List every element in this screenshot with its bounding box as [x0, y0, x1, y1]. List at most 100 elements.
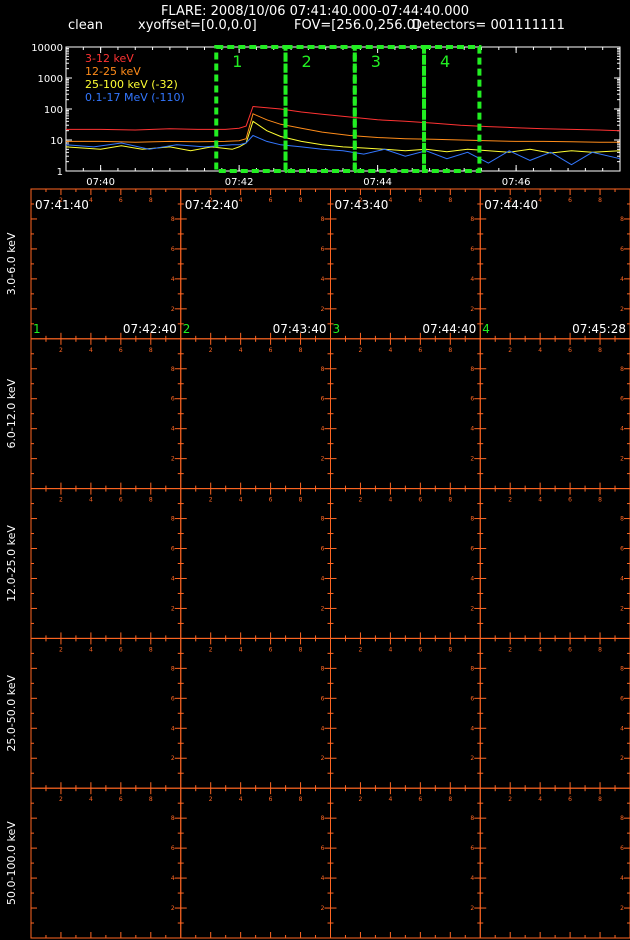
panel-tick-label: 2: [59, 347, 63, 354]
panel-tick-label: 6: [269, 197, 273, 204]
legend-entry: 25-100 keV (-32): [85, 78, 178, 91]
panel-tick-label: 6: [470, 845, 474, 852]
panel-tick-label: 2: [321, 605, 325, 612]
panel-tick-label: 6: [620, 396, 624, 403]
x-tick-label: 07:44: [363, 177, 392, 188]
panel-tick-label: 4: [620, 575, 624, 582]
panel-tick-label: 2: [209, 497, 213, 504]
interval-label: 1: [232, 52, 242, 71]
panel-tick-label: 2: [209, 796, 213, 803]
panel-tick-label: 8: [321, 216, 325, 223]
panel-tick-label: 2: [171, 306, 175, 313]
flare-imaging-figure: FLARE: 2008/10/06 07:41:40.000-07:44:40.…: [0, 0, 630, 940]
y-tick-label: 1: [57, 167, 63, 178]
panel-tick-label: 2: [171, 755, 175, 762]
panel-tick-label: 8: [299, 646, 303, 653]
panel-tick-label: 6: [321, 396, 325, 403]
panel-tick-label: 8: [620, 216, 624, 223]
legend-entry: 3-12 keV: [85, 52, 134, 65]
panel-tick-label: 4: [171, 725, 175, 732]
panel-tick-label: 6: [321, 695, 325, 702]
panel-tick-label: 4: [388, 796, 392, 803]
panel-tick-label: 8: [149, 497, 153, 504]
panel-tick-label: 2: [321, 306, 325, 313]
panel-index: 3: [333, 322, 341, 336]
panel-tick-label: 4: [171, 276, 175, 283]
panel-tick-label: 6: [568, 646, 572, 653]
panel-tick-label: 6: [171, 845, 175, 852]
panel-tick-label: 8: [299, 497, 303, 504]
x-tick-label: 07:42: [225, 177, 254, 188]
panel-tick-label: 4: [538, 197, 542, 204]
panel-tick-label: 8: [171, 366, 175, 373]
header-mode: clean: [68, 18, 103, 33]
legend-entry: 12-25 keV: [85, 65, 141, 78]
panel-tick-label: 4: [388, 646, 392, 653]
panel-tick-label: 4: [620, 426, 624, 433]
panel-tick-label: 2: [321, 755, 325, 762]
panel-tick-label: 8: [448, 197, 452, 204]
panel-tick-label: 4: [321, 426, 325, 433]
panel-tick-label: 8: [470, 516, 474, 523]
panel-tick-label: 8: [448, 347, 452, 354]
panel-tick-label: 2: [171, 456, 175, 463]
panel-tick-label: 6: [470, 246, 474, 253]
panel-tick-label: 6: [470, 396, 474, 403]
panel-tick-label: 2: [59, 796, 63, 803]
panel-tick-label: 2: [470, 456, 474, 463]
panel-tick-label: 4: [171, 575, 175, 582]
panel-tick-label: 4: [239, 347, 243, 354]
panel-tick-label: 2: [620, 905, 624, 912]
panel-tick-label: 6: [119, 347, 123, 354]
y-tick-label: 1000: [38, 74, 63, 85]
panel-tick-label: 4: [89, 497, 93, 504]
interval-label: 3: [371, 52, 381, 71]
panel-tick-label: 6: [418, 497, 422, 504]
panel-tick-label: 6: [620, 546, 624, 553]
panel-end-time: 07:45:28: [572, 322, 626, 336]
panel-tick-label: 8: [321, 815, 325, 822]
panel-tick-label: 4: [470, 725, 474, 732]
panel-tick-label: 8: [598, 796, 602, 803]
y-tick-label: 10: [50, 136, 63, 147]
panel-tick-label: 4: [470, 426, 474, 433]
panel-end-time: 07:42:40: [123, 322, 177, 336]
panel-tick-label: 6: [568, 796, 572, 803]
panel-tick-label: 8: [321, 665, 325, 672]
panel-tick-label: 4: [321, 725, 325, 732]
panel-tick-label: 2: [359, 646, 363, 653]
panel-tick-label: 8: [598, 646, 602, 653]
panel-tick-label: 4: [470, 875, 474, 882]
panel-tick-label: 2: [59, 497, 63, 504]
panel-tick-label: 2: [209, 646, 213, 653]
panel-tick-label: 4: [620, 276, 624, 283]
panel-tick-label: 8: [321, 366, 325, 373]
y-tick-label: 10000: [31, 43, 63, 54]
panel-tick-label: 6: [418, 646, 422, 653]
panel-tick-label: 4: [239, 497, 243, 504]
panel-tick-label: 2: [508, 497, 512, 504]
panel-start-time: 07:41:40: [35, 198, 89, 212]
panel-tick-label: 6: [620, 845, 624, 852]
y-tick-label: 100: [44, 105, 63, 116]
panel-tick-label: 6: [119, 197, 123, 204]
header-detectors: Detectors= 001111111: [412, 18, 565, 33]
panel-tick-label: 8: [620, 665, 624, 672]
panel-tick-label: 2: [171, 905, 175, 912]
panel-tick-label: 2: [470, 306, 474, 313]
panel-tick-label: 4: [89, 796, 93, 803]
panel-tick-label: 6: [568, 497, 572, 504]
panel-tick-label: 4: [171, 426, 175, 433]
energy-band-label: 3.0-6.0 keV: [5, 232, 18, 295]
panel-tick-label: 4: [239, 197, 243, 204]
panel-tick-label: 6: [418, 197, 422, 204]
x-tick-label: 07:46: [502, 177, 531, 188]
panel-tick-label: 4: [239, 796, 243, 803]
panel-tick-label: 6: [418, 796, 422, 803]
panel-tick-label: 4: [171, 875, 175, 882]
panel-tick-label: 4: [620, 725, 624, 732]
panel-tick-label: 2: [359, 347, 363, 354]
x-tick-label: 07:40: [86, 177, 115, 188]
panel-tick-label: 6: [171, 695, 175, 702]
panel-tick-label: 4: [321, 575, 325, 582]
